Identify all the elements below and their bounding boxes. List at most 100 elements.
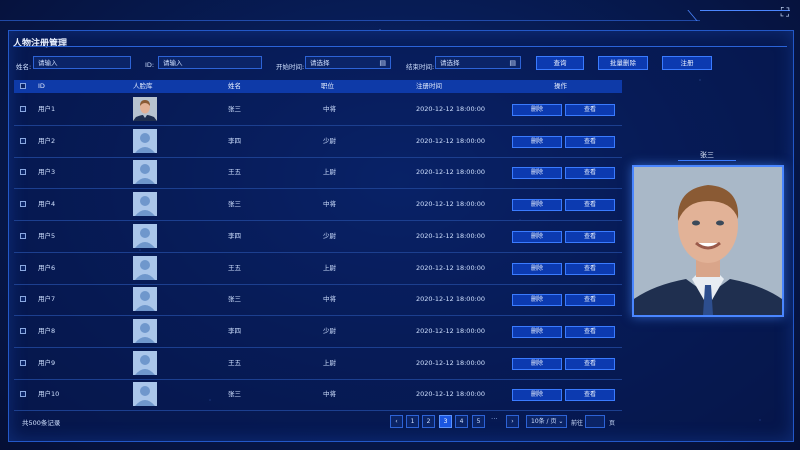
row-position: 中将 (323, 105, 336, 113)
top-decoration (0, 0, 800, 26)
end-time-picker[interactable]: 请选择 ▤ (435, 56, 521, 69)
delete-button[interactable]: 删除 (512, 104, 562, 116)
table-row: 用户1 张三 中将 2020-12-12 18:00:00 删除 查看 (14, 94, 622, 126)
goto-page-input[interactable] (585, 415, 605, 428)
row-position: 少尉 (323, 136, 336, 145)
page-size-select[interactable]: 10条 / 页 ⌄ (526, 415, 567, 428)
table-row: 用户5 李四 少尉 2020-12-12 18:00:00 删除 查看 (14, 221, 622, 253)
face-thumbnail (133, 255, 157, 280)
delete-button[interactable]: 删除 (512, 230, 562, 243)
delete-button[interactable]: 删除 (512, 167, 562, 180)
page-3[interactable]: 3 (439, 415, 452, 428)
table-row: 用户3 王五 上尉 2020-12-12 18:00:00 删除 查看 (14, 157, 622, 190)
start-time-picker[interactable]: 请选择 ▤ (305, 56, 391, 69)
row-checkbox[interactable] (20, 106, 26, 112)
page-2[interactable]: 2 (422, 415, 435, 428)
select-all-checkbox[interactable] (20, 83, 26, 89)
row-id: 用户8 (38, 326, 56, 335)
calendar-icon: ▤ (379, 59, 386, 67)
view-button[interactable]: 查看 (565, 325, 615, 338)
delete-button[interactable]: 删除 (512, 389, 562, 402)
name-label: 姓名: (16, 63, 32, 71)
batch-delete-button[interactable]: 批量删除 (598, 56, 648, 70)
view-button[interactable]: 查看 (565, 294, 615, 307)
table-header: ID 人脸库 姓名 职位 注册时间 操作 (14, 80, 622, 93)
row-name: 张三 (228, 390, 241, 399)
row-checkbox[interactable] (20, 264, 26, 271)
calendar-icon: ▤ (509, 59, 516, 67)
delete-button[interactable]: 删除 (512, 325, 562, 338)
row-time: 2020-12-12 18:00:00 (416, 358, 486, 367)
delete-button[interactable]: 删除 (512, 199, 562, 212)
view-button[interactable]: 查看 (565, 230, 615, 243)
table-row: 用户6 王五 上尉 2020-12-12 18:00:00 删除 查看 (14, 253, 622, 285)
page-title: 人物注册管理 (13, 39, 68, 49)
row-id: 用户9 (38, 358, 56, 367)
row-time: 2020-12-12 18:00:00 (416, 200, 486, 209)
row-position: 少尉 (323, 326, 336, 335)
view-button[interactable]: 查看 (565, 262, 615, 275)
page-4[interactable]: 4 (455, 415, 468, 428)
goto-label: 前往 (571, 420, 584, 427)
row-checkbox[interactable] (20, 359, 26, 366)
row-id: 用户4 (38, 200, 56, 209)
row-checkbox[interactable] (20, 296, 26, 303)
delete-button[interactable]: 删除 (512, 294, 562, 307)
row-checkbox[interactable] (20, 137, 26, 144)
row-position: 上尉 (323, 168, 336, 177)
view-button[interactable]: 查看 (565, 104, 615, 116)
page-suffix: 页 (609, 420, 616, 427)
pagination-ellipsis: ··· (491, 415, 498, 423)
row-name: 李四 (228, 326, 241, 335)
delete-button[interactable]: 删除 (512, 135, 562, 148)
face-thumbnail (133, 287, 157, 312)
view-button[interactable]: 查看 (565, 357, 615, 370)
column-time: 注册时间 (416, 82, 442, 90)
face-thumbnail (133, 223, 157, 248)
row-name: 李四 (228, 136, 241, 145)
column-name: 姓名 (228, 82, 241, 90)
row-checkbox[interactable] (20, 169, 26, 176)
row-id: 用户2 (38, 136, 56, 145)
next-page-button[interactable]: › (506, 415, 519, 428)
table-row: 用户7 张三 中将 2020-12-12 18:00:00 删除 查看 (14, 284, 622, 317)
row-checkbox[interactable] (20, 232, 26, 239)
start-time-label: 开始时间: (276, 63, 305, 71)
row-checkbox[interactable] (20, 201, 26, 208)
prev-page-button[interactable]: ‹ (390, 415, 403, 428)
row-position: 中将 (323, 295, 336, 304)
start-time-placeholder: 请选择 (310, 59, 330, 67)
page-5[interactable]: 5 (472, 415, 485, 428)
row-time: 2020-12-12 18:00:00 (416, 390, 486, 399)
name-input[interactable]: 请输入 (33, 56, 131, 69)
delete-button[interactable]: 删除 (512, 262, 562, 275)
table-row: 用户9 王五 上尉 2020-12-12 18:00:00 删除 查看 (14, 348, 622, 380)
face-thumbnail (133, 128, 157, 153)
row-time: 2020-12-12 18:00:00 (416, 263, 486, 272)
row-checkbox[interactable] (20, 391, 26, 398)
preview-name: 张三 (700, 151, 714, 159)
table-row: 用户10 张三 中将 2020-12-12 18:00:00 删除 查看 (14, 379, 622, 412)
column-id: ID (38, 82, 45, 90)
register-button[interactable]: 注册 (662, 56, 712, 70)
row-name: 张三 (228, 105, 241, 113)
title-divider (13, 46, 787, 47)
view-button[interactable]: 查看 (565, 167, 615, 180)
row-position: 少尉 (323, 231, 336, 240)
row-position: 上尉 (323, 263, 336, 272)
row-name: 王五 (228, 358, 241, 367)
view-button[interactable]: 查看 (565, 199, 615, 212)
top-line (0, 20, 700, 21)
query-button[interactable]: 查询 (536, 56, 584, 70)
row-id: 用户6 (38, 263, 56, 272)
row-checkbox[interactable] (20, 327, 26, 334)
view-button[interactable]: 查看 (565, 135, 615, 148)
view-button[interactable]: 查看 (565, 389, 615, 402)
face-thumbnail (133, 382, 157, 407)
page-1[interactable]: 1 (406, 415, 419, 428)
id-input[interactable]: 请输入 (158, 56, 262, 69)
row-time: 2020-12-12 18:00:00 (416, 295, 486, 304)
fullscreen-icon[interactable]: ⛶ (778, 5, 792, 19)
delete-button[interactable]: 删除 (512, 357, 562, 370)
table-row: 用户4 张三 中将 2020-12-12 18:00:00 删除 查看 (14, 189, 622, 222)
